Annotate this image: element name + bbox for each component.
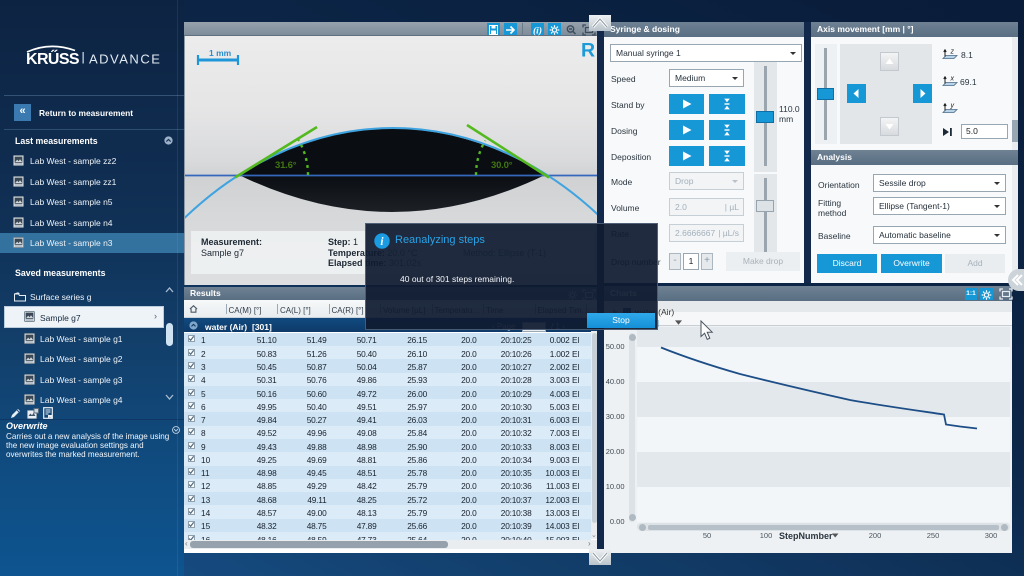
svg-text:0.00: 0.00: [610, 517, 625, 526]
svg-text:50.00: 50.00: [606, 342, 625, 351]
svg-text:ADVANCE: ADVANCE: [89, 52, 161, 67]
svg-text:40.00: 40.00: [606, 377, 625, 386]
svg-text:300: 300: [985, 531, 998, 540]
svg-text:x: x: [950, 76, 955, 83]
svg-text:y: y: [950, 103, 955, 110]
svg-text:KRŰSS: KRŰSS: [26, 49, 80, 66]
svg-text:StepNumber: StepNumber: [779, 531, 833, 541]
svg-text:31.6°: 31.6°: [275, 160, 297, 171]
svg-text:30.0°: 30.0°: [491, 160, 513, 171]
svg-text:z: z: [950, 49, 955, 56]
svg-text:R: R: [581, 40, 595, 62]
svg-text:10.00: 10.00: [606, 482, 625, 491]
svg-text:30.00: 30.00: [606, 412, 625, 421]
svg-text:1 mm: 1 mm: [209, 48, 232, 58]
svg-text:100: 100: [760, 531, 773, 540]
svg-text:50: 50: [703, 531, 711, 540]
svg-text:200: 200: [869, 531, 882, 540]
svg-text:(i): (i): [533, 26, 542, 37]
svg-text:20.00: 20.00: [606, 447, 625, 456]
svg-text:250: 250: [927, 531, 940, 540]
